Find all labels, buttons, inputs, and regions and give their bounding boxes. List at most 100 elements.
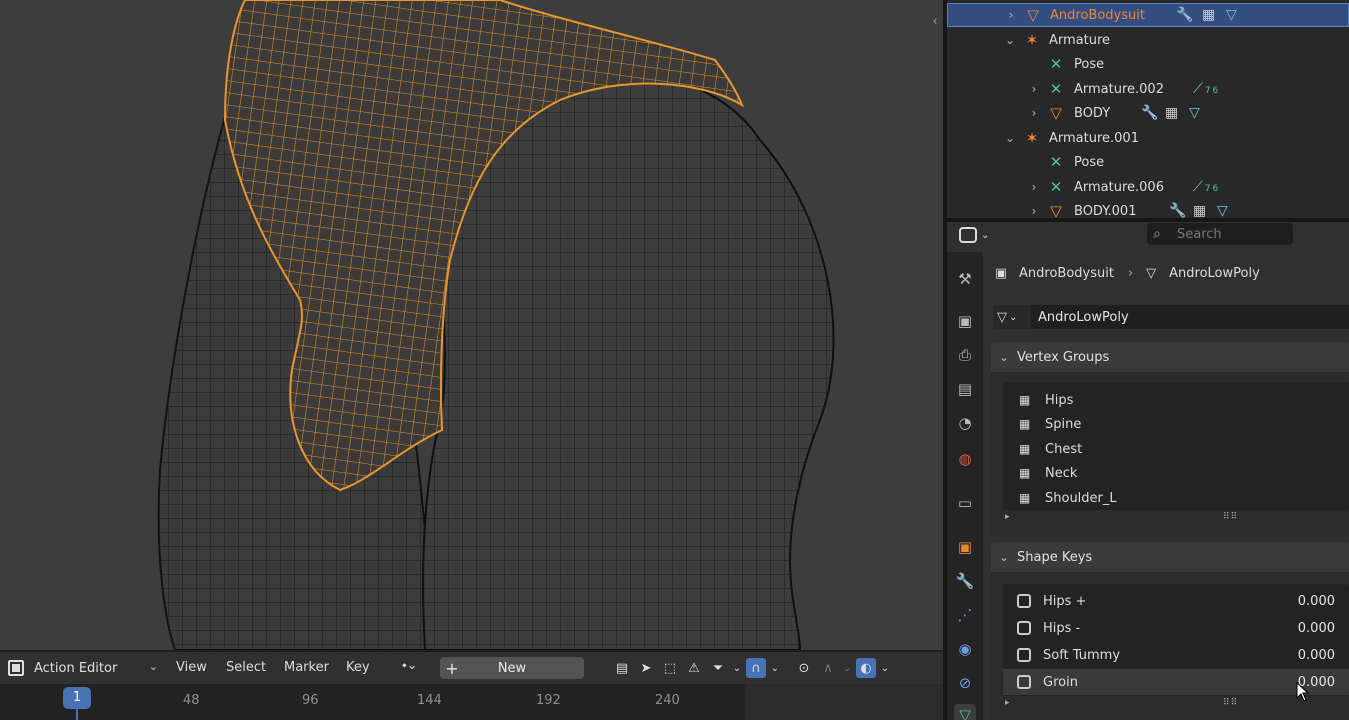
outliner-item-pose[interactable]: ✕ Pose	[947, 150, 1349, 174]
shape-key-value[interactable]: 0.000	[1289, 621, 1349, 636]
editor-type-dropdown[interactable]: ⌄	[959, 224, 995, 246]
mesh-name-field[interactable]: AndroLowPoly	[1030, 305, 1349, 329]
menu-view[interactable]: View	[176, 660, 207, 675]
particles-tab-icon[interactable]: ⋰	[954, 604, 976, 626]
3d-viewport[interactable]: ‹	[0, 0, 943, 650]
expand-icon[interactable]: ›	[1027, 82, 1041, 96]
vertex-group-icon: ▦	[1019, 417, 1031, 431]
vertex-groups-header[interactable]: ⌄ Vertex Groups	[991, 342, 1349, 372]
filter-options-icon[interactable]: ▸	[1005, 512, 1010, 522]
shape-key-value[interactable]: 0.000	[1289, 648, 1349, 663]
mesh-browse-button[interactable]: ▽ ⌄	[993, 305, 1029, 329]
shape-key-list[interactable]: Hips + 0.000 Hips - 0.000 Soft Tummy 0.0…	[1003, 584, 1349, 696]
menu-select[interactable]: Select	[226, 660, 266, 675]
list-item[interactable]: Hips - 0.000	[1003, 615, 1349, 641]
list-item[interactable]: ▦ Hips	[1003, 388, 1349, 412]
outliner-item-label: Armature.002	[1074, 81, 1164, 97]
bones-icon[interactable]: ⟋76	[1193, 179, 1220, 195]
vertex-group-list[interactable]: ▦ Hips ▦ Spine ▦ Chest ▦ Neck ▦ Shoulder…	[1003, 382, 1349, 510]
list-item[interactable]: ▦ Neck	[1003, 461, 1349, 485]
mesh-data-icon[interactable]: ▽	[1226, 7, 1239, 23]
only-errors-icon[interactable]: ⚠	[684, 658, 704, 678]
mesh-data-tab-icon[interactable]: ▽	[954, 704, 976, 720]
vertex-groups-icon[interactable]: ▦	[1165, 105, 1180, 121]
render-tab-icon[interactable]: ▣	[954, 310, 976, 332]
tool-tab-icon[interactable]: ⚒	[954, 268, 976, 290]
chevron-down-icon[interactable]: ⌄	[842, 658, 852, 678]
timeline-ruler[interactable]: 1 48 96 144 192 240	[0, 684, 745, 720]
outliner-item-armature-001[interactable]: ⌄ ✶ Armature.001	[947, 126, 1349, 150]
modifier-wrench-icon[interactable]: 🔧	[1141, 105, 1160, 121]
list-item[interactable]: ▦ Chest	[1003, 437, 1349, 461]
expand-icon[interactable]: ›	[1027, 106, 1041, 120]
breadcrumb: ▣ AndroBodysuit › ▽ AndroLowPoly	[993, 262, 1260, 284]
snapping-icon[interactable]: ∩	[746, 658, 766, 678]
chevron-down-icon[interactable]: ⌄	[732, 658, 742, 678]
mesh-data-icon[interactable]: ▽	[1217, 203, 1230, 218]
mesh-data-icon[interactable]: ▽	[1189, 105, 1202, 121]
list-item[interactable]: ▦ Spine	[1003, 412, 1349, 436]
current-frame-indicator[interactable]: 1	[63, 687, 91, 709]
proportional-editing-icon[interactable]: ⊙	[794, 658, 814, 678]
frame-tick-label: 240	[655, 693, 680, 708]
output-tab-icon[interactable]: ⎙	[954, 344, 976, 366]
outliner-item-androbodysuit[interactable]: › ▽ AndroBodysuit 🔧 ▦ ▽	[947, 3, 1349, 27]
outliner-item-armature-002[interactable]: › ✕ Armature.002 ⟋76	[947, 77, 1349, 101]
object-tab-icon[interactable]: ▣	[954, 536, 976, 558]
only-selected-icon[interactable]: ➤	[636, 658, 656, 678]
expand-icon[interactable]: ›	[1004, 8, 1018, 22]
resize-grip-icon[interactable]: ⠿⠿	[1223, 512, 1238, 522]
vertex-group-icon: ▦	[1019, 491, 1031, 505]
filter-icon[interactable]: ⏷	[708, 658, 728, 678]
action-browse-icon[interactable]: ⬩⌄	[402, 658, 438, 678]
outliner[interactable]: › ▽ AndroBodysuit 🔧 ▦ ▽ ⌄ ✶ Armature ✕ P…	[947, 0, 1349, 218]
outliner-item-body-001[interactable]: › ▽ BODY.001 🔧 ▦ ▽	[947, 199, 1349, 218]
scene-tab-icon[interactable]: ◔	[954, 412, 976, 434]
outliner-item-pose[interactable]: ✕ Pose	[947, 52, 1349, 76]
list-item[interactable]: Soft Tummy 0.000	[1003, 642, 1349, 668]
falloff-curve-icon[interactable]: ∧	[818, 658, 838, 678]
shape-key-value[interactable]: 0.000	[1289, 594, 1349, 609]
expand-icon[interactable]: ›	[1027, 204, 1041, 218]
search-input[interactable]: ⌕ Search	[1147, 223, 1293, 245]
properties-tabs: ⚒ ▣ ⎙ ▤ ◔ ◍ ▭ ▣ 🔧 ⋰ ◉ ⊘ ▽	[947, 252, 983, 720]
world-tab-icon[interactable]: ◍	[954, 448, 976, 470]
pose-icon: ✕	[1049, 55, 1063, 73]
frame-tick-label: 144	[417, 693, 442, 708]
bones-icon[interactable]: ⟋76	[1193, 81, 1220, 97]
chevron-down-icon[interactable]: ⌄	[770, 658, 780, 678]
list-item[interactable]: Hips + 0.000	[1003, 588, 1349, 614]
view-layer-tab-icon[interactable]: ▤	[954, 378, 976, 400]
properties-editor[interactable]: ⌄ ⌕ Search ⚒ ▣ ⎙ ▤ ◔ ◍ ▭ ▣ 🔧 ⋰ ◉ ⊘ ▽ ▣ A…	[947, 222, 1349, 720]
armature-object-icon: ✶	[1025, 31, 1039, 49]
vertex-groups-icon[interactable]: ▦	[1193, 203, 1208, 218]
collapse-icon[interactable]: ‹	[928, 12, 942, 30]
mesh-object-icon: ▽	[1050, 202, 1062, 218]
collapse-icon[interactable]: ⌄	[1003, 131, 1017, 145]
chevron-down-icon[interactable]: ⌄	[880, 658, 890, 678]
summary-icon[interactable]: ▤	[612, 658, 632, 678]
outliner-item-body[interactable]: › ▽ BODY 🔧 ▦ ▽	[947, 101, 1349, 125]
menu-key[interactable]: Key	[346, 660, 370, 675]
action-editor[interactable]: Action Editor ⌄ View Select Marker Key ⬩…	[0, 652, 943, 720]
mode-dropdown[interactable]: Action Editor ⌄	[4, 656, 164, 680]
overlays-icon[interactable]: ◐	[856, 658, 876, 678]
physics-tab-icon[interactable]: ◉	[954, 638, 976, 660]
new-action-button[interactable]: + New	[440, 657, 584, 679]
outliner-item-armature-006[interactable]: › ✕ Armature.006 ⟋76	[947, 175, 1349, 199]
menu-marker[interactable]: Marker	[284, 660, 329, 675]
show-hidden-icon[interactable]: ⬚	[660, 658, 680, 678]
list-item[interactable]: ▦ Shoulder_L	[1003, 486, 1349, 510]
modifier-wrench-icon[interactable]: 🔧	[1169, 203, 1188, 218]
constraints-tab-icon[interactable]: ⊘	[954, 672, 976, 694]
outliner-item-armature[interactable]: ⌄ ✶ Armature	[947, 28, 1349, 52]
resize-grip-icon[interactable]: ⠿⠿	[1223, 698, 1238, 708]
collection-tab-icon[interactable]: ▭	[954, 492, 976, 514]
expand-icon[interactable]: ›	[1027, 180, 1041, 194]
filter-options-icon[interactable]: ▸	[1005, 698, 1010, 708]
vertex-groups-icon[interactable]: ▦	[1202, 7, 1217, 23]
shape-keys-header[interactable]: ⌄ Shape Keys	[991, 542, 1349, 572]
modifier-wrench-icon[interactable]: 🔧	[1176, 7, 1195, 23]
modifiers-tab-icon[interactable]: 🔧	[954, 570, 976, 592]
collapse-icon[interactable]: ⌄	[1003, 33, 1017, 47]
